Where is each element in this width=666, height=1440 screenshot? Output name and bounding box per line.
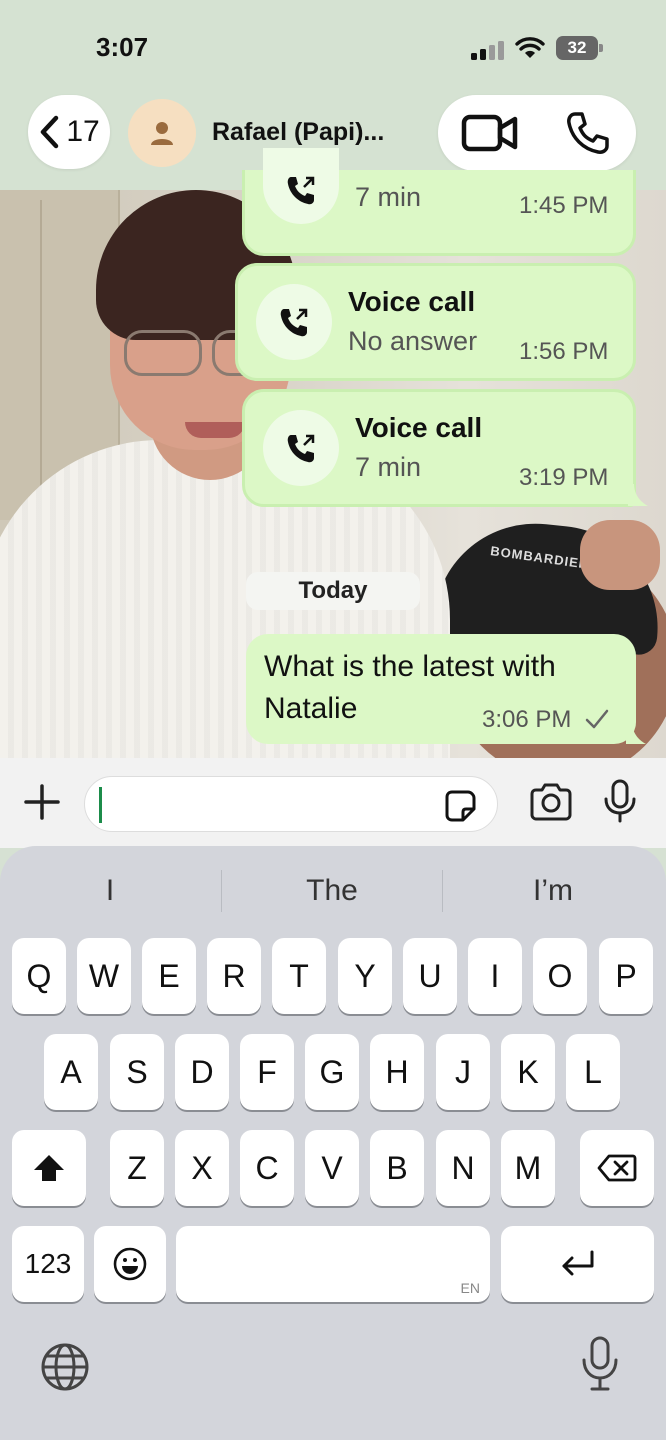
- call-icon-circle: [256, 284, 332, 360]
- bubble-tail: [628, 484, 648, 506]
- unread-count: 17: [66, 115, 100, 148]
- plus-icon[interactable]: [22, 782, 62, 822]
- message-time: 1:56 PM: [519, 338, 609, 365]
- camera-icon[interactable]: [528, 782, 574, 822]
- cellular-signal-icon: [471, 41, 504, 60]
- outgoing-call-icon: [287, 176, 315, 205]
- video-camera-icon: [461, 114, 518, 152]
- key-j[interactable]: J: [436, 1034, 490, 1110]
- key-y[interactable]: Y: [338, 938, 392, 1014]
- key-n[interactable]: N: [436, 1130, 490, 1206]
- bubble-tail: [626, 722, 646, 744]
- outgoing-call-icon: [287, 434, 315, 463]
- key-o[interactable]: O: [533, 938, 587, 1014]
- key-q[interactable]: Q: [12, 938, 66, 1014]
- call-icon-circle: [263, 410, 339, 486]
- message-input-bar: [0, 758, 666, 848]
- space-key[interactable]: EN: [176, 1226, 490, 1302]
- key-r[interactable]: R: [207, 938, 261, 1014]
- voice-call-button[interactable]: [564, 109, 612, 157]
- suggestion-3[interactable]: I’m: [443, 868, 663, 914]
- battery-level: 32: [556, 36, 598, 60]
- chevron-left-icon: [41, 115, 59, 149]
- outgoing-call-icon: [280, 308, 308, 337]
- video-call-button[interactable]: [460, 111, 520, 155]
- call-duration: 7 min: [355, 182, 422, 212]
- return-key[interactable]: [501, 1226, 654, 1302]
- call-status: No answer: [348, 326, 478, 356]
- message-time: 1:45 PM: [519, 192, 609, 219]
- shift-key[interactable]: [12, 1130, 86, 1206]
- key-s[interactable]: S: [110, 1034, 164, 1110]
- key-m[interactable]: M: [501, 1130, 555, 1206]
- keyboard-language: EN: [460, 1280, 480, 1296]
- message-time: 3:19 PM: [519, 464, 609, 491]
- call-title: Voice call: [355, 412, 483, 443]
- key-u[interactable]: U: [403, 938, 457, 1014]
- key-a[interactable]: A: [44, 1034, 98, 1110]
- key-g[interactable]: G: [305, 1034, 359, 1110]
- key-p[interactable]: P: [599, 938, 653, 1014]
- emoji-icon: [113, 1247, 147, 1281]
- key-d[interactable]: D: [175, 1034, 229, 1110]
- suggestion-1[interactable]: I: [0, 868, 220, 914]
- call-bubble-no-answer[interactable]: Voice call No answer 1:56 PM: [235, 263, 636, 381]
- return-icon: [562, 1250, 593, 1276]
- emoji-key[interactable]: [94, 1226, 166, 1302]
- numbers-key[interactable]: 123: [12, 1226, 84, 1302]
- key-e[interactable]: E: [142, 938, 196, 1014]
- key-z[interactable]: Z: [110, 1130, 164, 1206]
- globe-icon[interactable]: [38, 1340, 92, 1394]
- key-v[interactable]: V: [305, 1130, 359, 1206]
- backspace-icon: [597, 1154, 637, 1182]
- shift-icon: [34, 1155, 64, 1181]
- message-text: What is the latest with Natalie: [264, 650, 556, 725]
- person-icon: [151, 122, 173, 145]
- key-i[interactable]: I: [468, 938, 522, 1014]
- sent-check-icon: [585, 709, 609, 729]
- contact-name[interactable]: Rafael (Papi)...: [212, 118, 384, 147]
- outgoing-text-message[interactable]: What is the latest with Natalie 3:06 PM: [246, 634, 636, 744]
- status-time: 3:07: [96, 32, 149, 62]
- key-b[interactable]: B: [370, 1130, 424, 1206]
- keyboard: I The I’m Q W E R T Y U I O P A S D F G …: [0, 846, 666, 1440]
- key-c[interactable]: C: [240, 1130, 294, 1206]
- call-actions: [438, 95, 636, 171]
- text-caret: [99, 787, 102, 823]
- sticker-icon[interactable]: [441, 787, 479, 825]
- key-w[interactable]: W: [77, 938, 131, 1014]
- message-time: 3:06 PM: [482, 706, 572, 733]
- call-icon-circle: [263, 148, 339, 224]
- call-bubble-partial[interactable]: 7 min 1:45 PM: [242, 148, 636, 256]
- key-f[interactable]: F: [240, 1034, 294, 1110]
- call-bubble-7min[interactable]: Voice call 7 min 3:19 PM: [242, 389, 636, 507]
- key-l[interactable]: L: [566, 1034, 620, 1110]
- phone-icon: [567, 112, 609, 154]
- dictation-microphone-icon[interactable]: [580, 1334, 620, 1394]
- key-x[interactable]: X: [175, 1130, 229, 1206]
- key-h[interactable]: H: [370, 1034, 424, 1110]
- back-button[interactable]: 17: [28, 95, 110, 169]
- message-input[interactable]: [84, 776, 498, 832]
- day-separator: Today: [246, 572, 420, 610]
- delete-key[interactable]: [580, 1130, 654, 1206]
- suggestion-2[interactable]: The: [222, 868, 442, 914]
- call-title: Voice call: [348, 286, 476, 317]
- key-k[interactable]: K: [501, 1034, 555, 1110]
- call-duration: 7 min: [355, 452, 422, 482]
- wifi-icon: [515, 37, 545, 58]
- contact-avatar[interactable]: [128, 99, 196, 167]
- key-t[interactable]: T: [272, 938, 326, 1014]
- microphone-icon[interactable]: [602, 778, 638, 824]
- battery-icon: 32: [556, 36, 604, 60]
